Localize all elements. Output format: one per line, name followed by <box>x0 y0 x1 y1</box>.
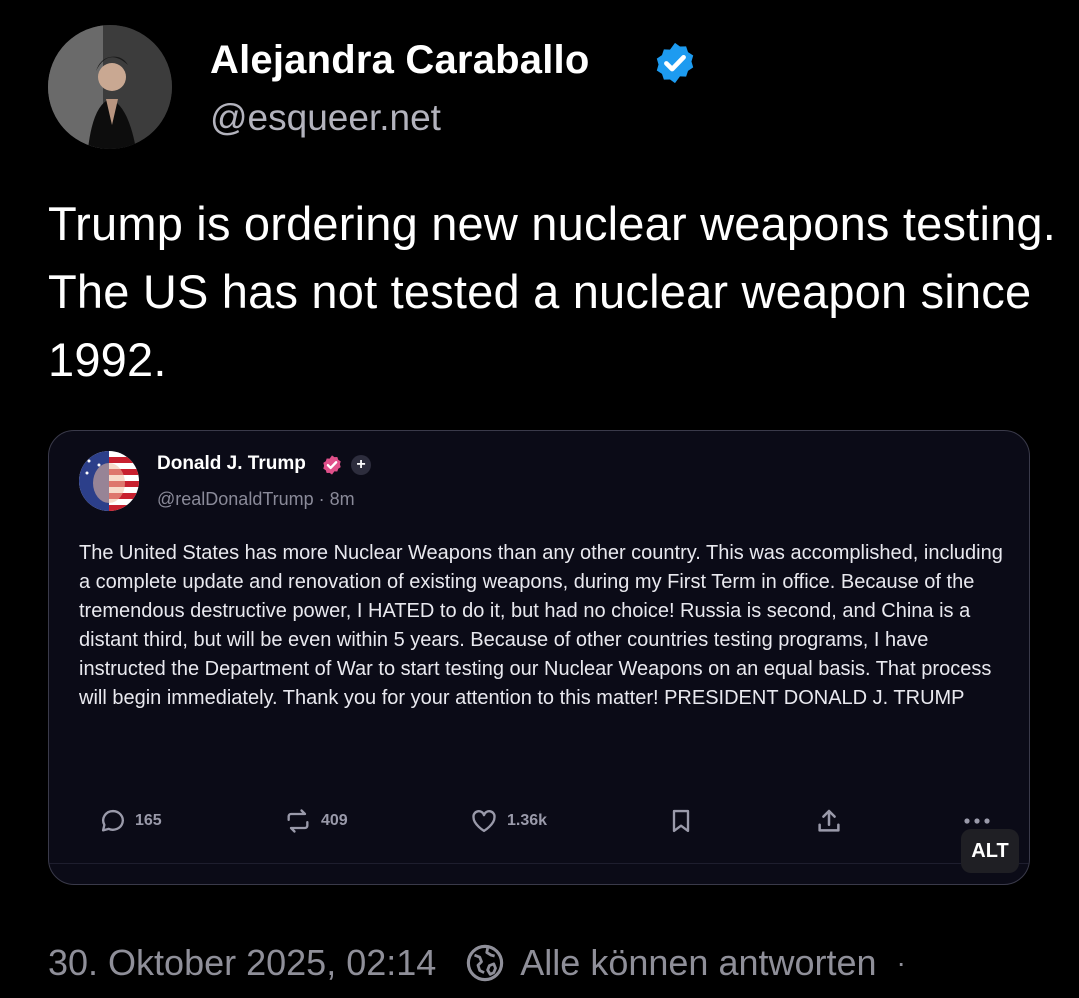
separator: · <box>896 947 906 978</box>
globe-reply-icon <box>467 944 504 982</box>
more-icon <box>964 818 990 824</box>
bookmark-icon <box>672 809 690 833</box>
reply-action[interactable]: 165 <box>99 803 162 839</box>
like-icon <box>472 810 496 833</box>
post-timestamp[interactable]: 30. Oktober 2025, 02:14 <box>48 942 436 984</box>
share-icon <box>818 809 840 832</box>
alt-text-button[interactable]: ALT <box>961 829 1019 873</box>
repost-action[interactable]: 409 <box>283 803 348 839</box>
bookmark-action[interactable] <box>667 803 695 839</box>
repost-icon <box>287 809 309 833</box>
post-text: Trump is ordering new nuclear weapons te… <box>48 197 1057 386</box>
quoted-post-actions: 165 409 1.36k <box>49 803 1029 843</box>
repost-count: 409 <box>321 812 348 829</box>
quoted-author-name[interactable]: Donald J. Trump <box>157 453 306 475</box>
quoted-author-handle: @realDonaldTrump · 8m <box>157 489 355 509</box>
quoted-author-avatar[interactable] <box>79 451 139 511</box>
share-action[interactable] <box>814 803 844 839</box>
like-count: 1.36k <box>507 812 548 829</box>
like-action[interactable]: 1.36k <box>469 803 547 839</box>
verified-icon <box>323 455 341 475</box>
verified-icon <box>656 42 694 84</box>
reply-setting[interactable]: Alle können antworten <box>520 942 876 984</box>
quoted-post-body: The United States has more Nuclear Weapo… <box>79 542 1003 709</box>
author-name[interactable]: Alejandra Caraballo <box>210 38 589 83</box>
quoted-post-image[interactable]: Donald J. Trump + @realDonaldTrump · 8m … <box>48 430 1030 885</box>
author-handle[interactable]: @esqueer.net <box>210 97 441 139</box>
post-footer: 30. Oktober 2025, 02:14 Alle können antw… <box>48 938 906 988</box>
author-avatar[interactable] <box>48 25 172 149</box>
divider <box>49 863 1029 864</box>
plus-icon[interactable]: + <box>351 455 371 475</box>
reply-count: 165 <box>135 812 162 829</box>
reply-icon <box>101 809 124 832</box>
